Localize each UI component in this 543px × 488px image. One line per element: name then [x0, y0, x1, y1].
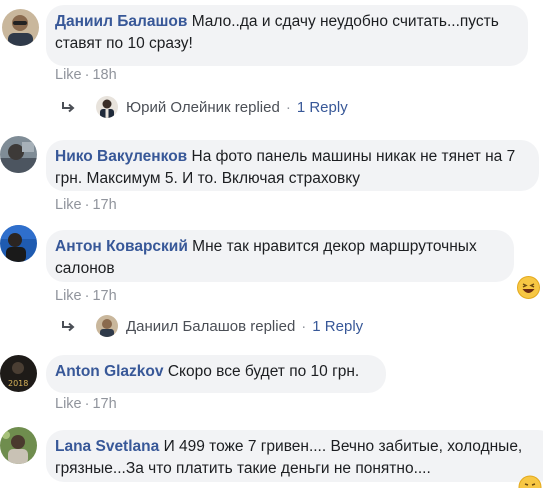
svg-text:2018: 2018	[8, 379, 28, 388]
avatar	[96, 96, 118, 118]
comment-text: Скоро все будет по 10 грн.	[167, 363, 360, 380]
reply-arrow-icon	[62, 321, 75, 332]
avatar	[96, 315, 118, 337]
like-button[interactable]: Like	[55, 396, 82, 412]
comment-meta: Like · 17h	[55, 288, 117, 304]
comment-bubble: Нико Вакуленков На фото панель машины ни…	[46, 140, 539, 191]
comment-timestamp[interactable]: 17h	[92, 288, 116, 304]
comment-bubble: Anton Glazkov Скоро все будет по 10 грн.	[46, 355, 386, 393]
avatar[interactable]	[0, 427, 37, 464]
comment-author[interactable]: Даниил Балашов	[55, 13, 187, 30]
meta-separator: ·	[285, 98, 291, 116]
comment-timestamp[interactable]: 18h	[92, 67, 116, 83]
comment-meta: Like · 17h	[55, 197, 117, 213]
like-button[interactable]: Like	[55, 197, 82, 213]
reply-arrow-icon	[62, 102, 75, 113]
comment-timestamp[interactable]: 17h	[92, 197, 116, 213]
comment-author[interactable]: Anton Glazkov	[55, 363, 164, 380]
comment-bubble: Даниил Балашов Мало..да и сдачу неудобно…	[46, 5, 528, 66]
comment-timestamp[interactable]: 17h	[92, 396, 116, 412]
reply-count[interactable]: 1 Reply	[312, 318, 363, 335]
comment-author[interactable]: Lana Svetlana	[55, 438, 159, 455]
view-replies-link[interactable]: Даниил Балашов replied · 1 Reply	[60, 315, 363, 337]
meta-separator: ·	[301, 317, 307, 335]
like-button[interactable]: Like	[55, 288, 82, 304]
replier-name: Юрий Олейник replied	[126, 98, 280, 116]
emoji-reaction-icon[interactable]	[517, 474, 543, 488]
meta-separator: ·	[84, 67, 90, 83]
replier-name: Даниил Балашов replied	[126, 317, 296, 335]
comment-meta: Like · 17h	[55, 396, 117, 412]
reply-count[interactable]: 1 Reply	[297, 99, 348, 116]
avatar[interactable]	[0, 225, 37, 262]
avatar[interactable]	[0, 136, 37, 173]
view-replies-link[interactable]: Юрий Олейник replied · 1 Reply	[60, 96, 348, 118]
laughing-emoji-icon[interactable]	[517, 276, 540, 299]
meta-separator: ·	[84, 197, 90, 213]
avatar[interactable]	[2, 9, 39, 46]
comment-bubble: Антон Коварский Мне так нравится декор м…	[46, 230, 514, 282]
avatar[interactable]: 2018	[0, 355, 37, 392]
meta-separator: ·	[84, 288, 90, 304]
comment-author[interactable]: Нико Вакуленков	[55, 148, 187, 165]
like-button[interactable]: Like	[55, 67, 82, 83]
comment-meta: Like · 18h	[55, 67, 117, 83]
comment-bubble: Lana Svetlana И 499 тоже 7 гривен.... Ве…	[46, 430, 543, 482]
comment-author[interactable]: Антон Коварский	[55, 238, 188, 255]
meta-separator: ·	[84, 396, 90, 412]
